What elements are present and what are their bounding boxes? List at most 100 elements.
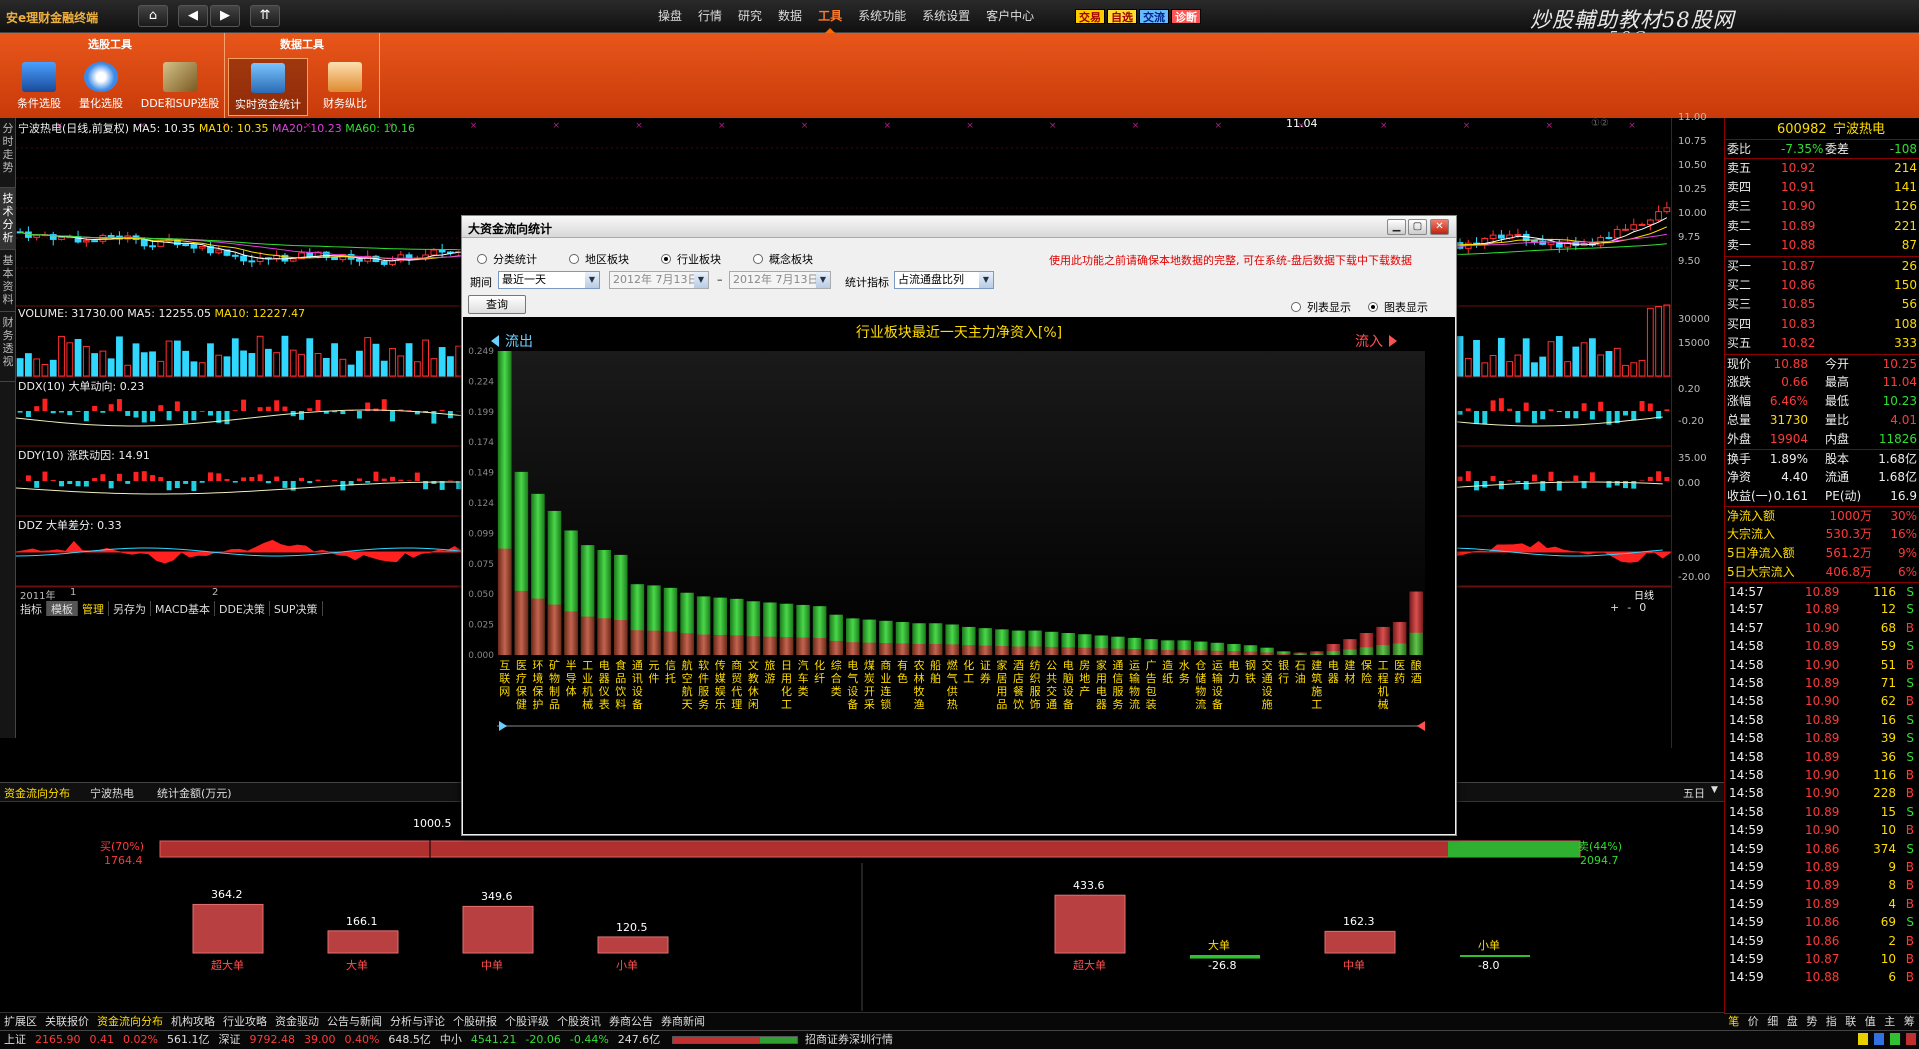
category-label: 券: [980, 671, 991, 685]
badge-1[interactable]: 自选: [1107, 9, 1137, 24]
stat-row: 涨幅 6.46% 最低 10.23: [1725, 392, 1919, 411]
nav-tab-7[interactable]: 分析与评论: [386, 1013, 449, 1030]
zoom-button-2[interactable]: 0: [1639, 601, 1646, 614]
nav-tab-2[interactable]: 资金流向分布: [93, 1013, 167, 1030]
quote-tab-0[interactable]: 笔: [1724, 1014, 1744, 1030]
zoom-button-0[interactable]: +: [1610, 601, 1619, 614]
bar-overlay-21: [846, 642, 860, 655]
forward-button[interactable]: ▶: [210, 5, 240, 27]
category-label: 燃: [947, 658, 958, 672]
y-tick-label: 0.025: [468, 621, 494, 631]
quote-tab-4[interactable]: 势: [1802, 1014, 1822, 1030]
bid-price: 10.82: [1781, 336, 1816, 351]
zoom-button-1[interactable]: -: [1627, 601, 1631, 614]
vtab-3[interactable]: 财务透视: [0, 312, 16, 382]
menu-0[interactable]: 操盘: [650, 0, 690, 33]
nav-tab-4[interactable]: 行业攻略: [219, 1013, 271, 1030]
tick-volume: 62: [1880, 694, 1896, 709]
menu-5[interactable]: 系统功能: [850, 0, 914, 33]
radio-3[interactable]: 概念板块: [753, 251, 813, 267]
quote-tab-3[interactable]: 盘: [1783, 1014, 1803, 1030]
vtab-0[interactable]: 分时走势: [0, 118, 16, 188]
fund-flow-tab[interactable]: 资金流向分布: [4, 785, 70, 801]
nav-tab-3[interactable]: 机构攻略: [167, 1013, 219, 1030]
chevron-down-icon[interactable]: ▼: [1711, 785, 1718, 795]
badge-2[interactable]: 交流: [1139, 9, 1169, 24]
menu-7[interactable]: 客户中心: [978, 0, 1042, 33]
category-label: 表: [599, 697, 610, 711]
home-button[interactable]: ⌂: [138, 5, 168, 27]
tick-row: 14:58 10.89 16 S: [1725, 711, 1919, 729]
menu-6[interactable]: 系统设置: [914, 0, 978, 33]
tool-quant-select[interactable]: 量化选股: [62, 58, 140, 116]
view-list-radio[interactable]: 列表显示: [1291, 299, 1351, 315]
quote-tab-5[interactable]: 指: [1822, 1014, 1842, 1030]
quote-tab-7[interactable]: 值: [1861, 1014, 1881, 1030]
nav-tab-11[interactable]: 券商公告: [605, 1013, 657, 1030]
ddx-bar: [1457, 411, 1463, 415]
badge-0[interactable]: 交易: [1075, 9, 1105, 24]
quote-tab-2[interactable]: 细: [1763, 1014, 1783, 1030]
fund-flow-period[interactable]: 五日: [1683, 785, 1705, 801]
subtab-4[interactable]: MACD基本: [151, 601, 215, 616]
tick-time: 14:58: [1729, 804, 1764, 819]
category-label: 家: [1096, 658, 1107, 672]
subtab-0[interactable]: 指标: [16, 601, 47, 616]
subtab-6[interactable]: SUP决策: [270, 601, 323, 616]
menu-4[interactable]: 工具: [810, 0, 850, 33]
close-button[interactable]: ✕: [1430, 219, 1449, 235]
bar-overlay-3: [547, 604, 562, 655]
menu-1[interactable]: 行情: [690, 0, 730, 33]
badge-3[interactable]: 诊断: [1171, 9, 1201, 24]
subtab-3[interactable]: 另存为: [109, 601, 151, 616]
y-tick-label: 0.199: [468, 408, 494, 418]
category-label: 游: [764, 672, 775, 685]
query-button[interactable]: 查询: [468, 295, 526, 314]
vtab-2[interactable]: 基本资料: [0, 250, 16, 312]
vtab-1[interactable]: 技术分析: [0, 188, 16, 250]
quote-tab-9[interactable]: 筹: [1900, 1014, 1919, 1030]
volume-bar: [264, 348, 272, 377]
start-date-picker[interactable]: 2012年 7月13日 ▼: [609, 271, 709, 289]
dialog-titlebar[interactable]: 大资金流向统计 ▁ ▢ ✕: [462, 216, 1456, 238]
subtab-2[interactable]: 管理: [78, 601, 109, 616]
menu-3[interactable]: 数据: [770, 0, 810, 33]
end-date-picker[interactable]: 2012年 7月13日 ▼: [729, 271, 831, 289]
period-daily-label[interactable]: 日线: [1634, 587, 1654, 602]
bar-overlay-6: [597, 618, 611, 655]
category-label: 证: [980, 659, 991, 672]
back-button[interactable]: ◀: [178, 5, 208, 27]
nav-tab-5[interactable]: 资金驱动: [271, 1013, 323, 1030]
tool-dde-sup-select[interactable]: DDE和SUP选股: [130, 58, 230, 116]
minimize-button[interactable]: ▁: [1387, 219, 1406, 235]
quote-tab-8[interactable]: 主: [1880, 1014, 1900, 1030]
metric-select[interactable]: 占流通盘比列 ▼: [894, 271, 994, 289]
tool-finance-compare[interactable]: 财务纵比: [306, 58, 384, 116]
view-chart-radio[interactable]: 图表显示: [1368, 299, 1428, 315]
period-select[interactable]: 最近一天 ▼: [498, 271, 600, 289]
y-tick-label: 0.075: [468, 560, 494, 570]
nav-tab-0[interactable]: 扩展区: [0, 1013, 41, 1030]
menu-2[interactable]: 研究: [730, 0, 770, 33]
nav-tab-9[interactable]: 个股评级: [501, 1013, 553, 1030]
radio-2[interactable]: 行业板块: [661, 251, 721, 267]
tick-time: 14:57: [1729, 602, 1764, 617]
collapse-button[interactable]: ⇈: [250, 5, 280, 27]
subtab-5[interactable]: DDE决策: [215, 601, 270, 616]
peak-price-label: 11.04: [1286, 117, 1318, 130]
nav-tab-8[interactable]: 个股研报: [449, 1013, 501, 1030]
subtab-1[interactable]: 模板: [47, 601, 78, 616]
quote-tab-6[interactable]: 联: [1841, 1014, 1861, 1030]
tool-realtime-fund-stats[interactable]: 实时资金统计: [228, 58, 308, 116]
ddx-bar: [1639, 401, 1645, 411]
quote-tab-1[interactable]: 价: [1744, 1014, 1764, 1030]
nav-tab-1[interactable]: 关联报价: [41, 1013, 93, 1030]
nav-tab-6[interactable]: 公告与新闻: [323, 1013, 386, 1030]
nav-tab-10[interactable]: 个股资讯: [553, 1013, 605, 1030]
volume-bar: [372, 343, 380, 377]
nav-tab-12[interactable]: 券商新闻: [657, 1013, 709, 1030]
stat2-value: 1.68亿: [1878, 470, 1917, 484]
radio-1[interactable]: 地区板块: [569, 251, 629, 267]
maximize-button[interactable]: ▢: [1408, 219, 1427, 235]
radio-0[interactable]: 分类统计: [477, 251, 537, 267]
